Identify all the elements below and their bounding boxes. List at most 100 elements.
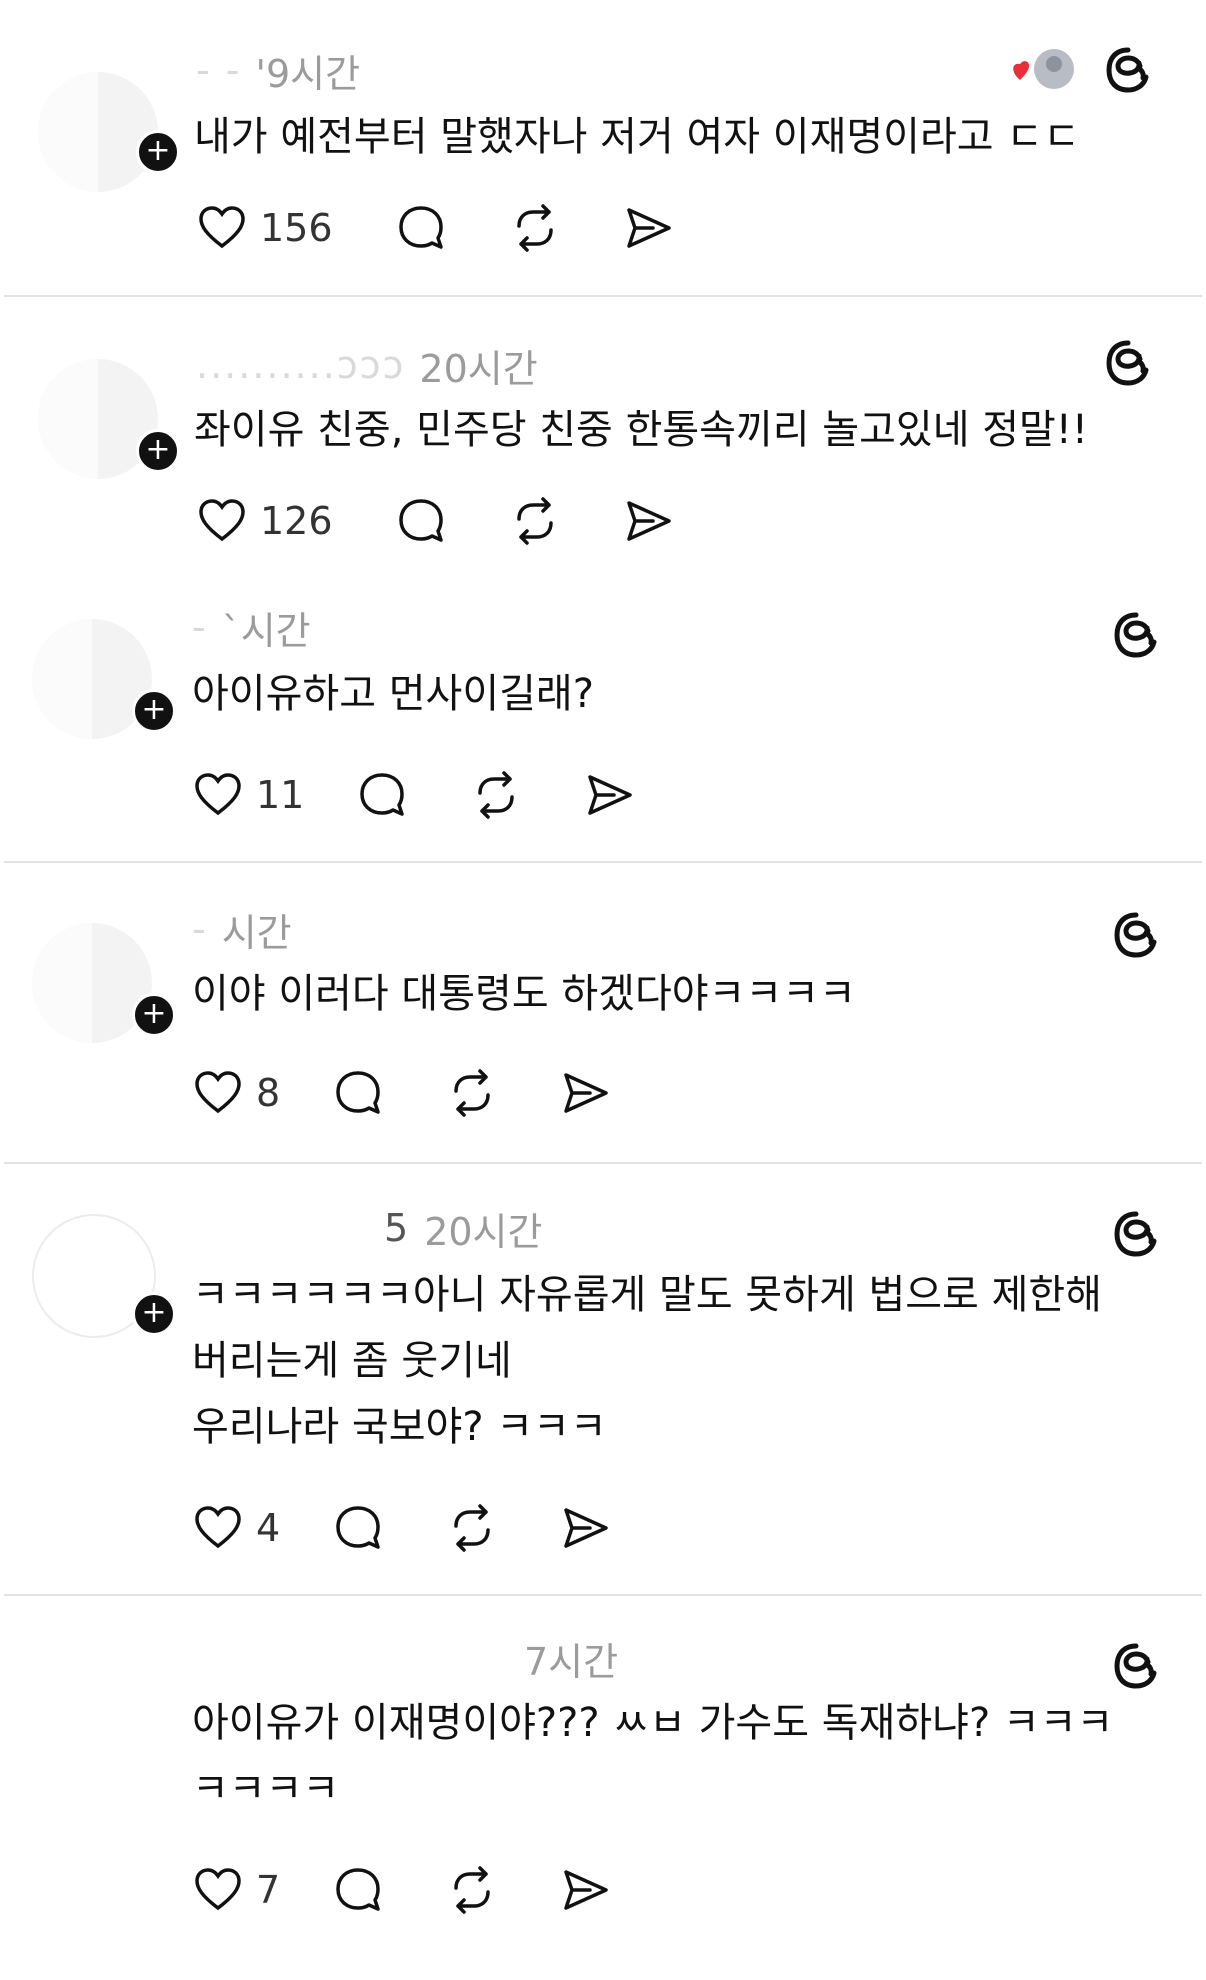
like-button[interactable]: 126 — [196, 495, 333, 547]
like-count: 126 — [260, 499, 333, 543]
action-bar: 156 — [196, 198, 737, 258]
thread-post[interactable]: + 5 20시간 ㅋㅋㅋㅋㅋㅋ아니 자유롭게 말도 못하게 법으로 제한해 버리… — [0, 1164, 1206, 1596]
post-line: 내가 예전부터 말했자나 저거 여자 이재명이라고 ㄷㄷ — [194, 114, 1080, 160]
heart-icon — [199, 206, 245, 249]
follow-plus-icon[interactable]: + — [132, 689, 176, 733]
post-text: ㅋㅋㅋㅋㅋㅋ아니 자유롭게 말도 못하게 법으로 제한해 버리는게 좀 웃기네 … — [192, 1262, 1156, 1460]
like-button[interactable]: 8 — [192, 1067, 280, 1119]
comment-icon — [336, 1506, 380, 1549]
repost-button[interactable] — [446, 1864, 498, 1916]
like-button[interactable]: 11 — [192, 769, 304, 821]
like-count: 11 — [256, 773, 305, 817]
reply-button[interactable] — [332, 1502, 384, 1554]
share-button[interactable] — [584, 769, 636, 821]
timestamp: 20시간 — [424, 1209, 543, 1254]
post-line: 이야 이러다 대통령도 하겠다야ㅋㅋㅋㅋ — [192, 971, 856, 1017]
thread-post[interactable]: + ..........ɔɔɔ 20시간 좌이유 친중, 민주당 친중 한통속끼… — [0, 297, 1206, 559]
heart-icon — [199, 499, 245, 542]
post-text: 내가 예전부터 말했자나 저거 여자 이재명이라고 ㄷㄷ — [194, 104, 1156, 170]
action-bar: 8 — [192, 1063, 674, 1123]
avatar[interactable] — [38, 72, 158, 192]
follow-plus-icon[interactable]: + — [136, 429, 180, 473]
follow-plus-icon[interactable]: + — [132, 993, 176, 1037]
share-button[interactable] — [623, 202, 675, 254]
timestamp: 20시간 — [419, 346, 538, 391]
reply-button[interactable] — [356, 769, 408, 821]
thread-post[interactable]: + - `시간 아이유하고 먼사이길래? 11 — [0, 559, 1206, 863]
post-text: 아이유가 이재명이야??? ㅆㅂ 가수도 독재하냐? ㅋㅋㅋ ㅋㅋㅋㅋ — [192, 1690, 1156, 1822]
threads-icon[interactable] — [1102, 337, 1154, 389]
follow-plus-icon[interactable]: + — [136, 130, 180, 174]
post-line: ㅋㅋㅋㅋㅋㅋ아니 자유롭게 말도 못하게 법으로 제한해 — [192, 1272, 1102, 1318]
threads-icon[interactable] — [1110, 909, 1162, 961]
send-icon — [588, 775, 633, 815]
like-button[interactable]: 7 — [192, 1864, 280, 1916]
action-bar: 7 — [192, 1860, 674, 1920]
send-icon — [564, 1508, 608, 1548]
like-count: 156 — [260, 206, 333, 250]
repost-button[interactable] — [470, 769, 522, 821]
repost-icon — [516, 204, 553, 252]
timestamp: '9시간 — [255, 51, 361, 96]
post-meta: - - '9시간 — [196, 48, 360, 96]
follow-plus-icon[interactable]: + — [132, 1292, 176, 1336]
post-text: 좌이유 친중, 민주당 친중 한통속끼리 놀고있네 정말!! — [194, 397, 1156, 463]
share-button[interactable] — [560, 1067, 612, 1119]
share-button[interactable] — [623, 495, 675, 547]
username[interactable]: - - — [196, 48, 242, 92]
post-line: 우리나라 국보야? ㅋㅋㅋ — [192, 1404, 607, 1450]
post-text: 이야 이러다 대통령도 하겠다야ㅋㅋㅋㅋ — [192, 961, 1156, 1027]
repost-icon — [454, 1504, 490, 1552]
post-line: 버리는게 좀 웃기네 — [192, 1338, 512, 1384]
send-icon — [564, 1870, 608, 1910]
repost-button[interactable] — [509, 202, 561, 254]
like-button[interactable]: 4 — [192, 1502, 280, 1554]
like-count: 7 — [256, 1868, 281, 1912]
action-bar: 11 — [192, 765, 698, 825]
threads-icon[interactable] — [1110, 609, 1162, 661]
threads-icon[interactable] — [1110, 1208, 1162, 1260]
reply-button[interactable] — [332, 1067, 384, 1119]
username[interactable]: - — [192, 605, 208, 649]
send-icon — [626, 501, 671, 541]
username[interactable]: 5 — [384, 1206, 410, 1250]
repost-icon — [478, 771, 515, 819]
thread-post[interactable]: + - 시간 이야 이러다 대통령도 하겠다야ㅋㅋㅋㅋ 8 — [0, 863, 1206, 1164]
reply-button[interactable] — [332, 1864, 384, 1916]
like-button[interactable]: 156 — [196, 202, 333, 254]
share-button[interactable] — [560, 1502, 612, 1554]
post-line: 좌이유 친중, 민주당 친중 한통속끼리 놀고있네 정말!! — [194, 407, 1088, 453]
heart-icon — [195, 1506, 241, 1549]
repost-button[interactable] — [446, 1502, 498, 1554]
timestamp: 7시간 — [524, 1639, 619, 1684]
post-text: 아이유하고 먼사이길래? — [192, 661, 1156, 727]
send-icon — [564, 1073, 608, 1113]
username[interactable]: - — [192, 907, 208, 951]
repost-icon — [454, 1866, 490, 1914]
share-button[interactable] — [560, 1864, 612, 1916]
comment-icon — [398, 499, 443, 542]
post-line: 아이유가 이재명이야??? ㅆㅂ 가수도 독재하냐? ㅋㅋㅋ — [192, 1700, 1114, 1746]
reply-button[interactable] — [395, 202, 447, 254]
comment-icon — [360, 773, 405, 816]
post-meta: 5 20시간 — [384, 1206, 542, 1254]
action-bar: 4 — [192, 1498, 674, 1558]
username[interactable]: ..........ɔɔɔ — [196, 343, 405, 387]
repost-button[interactable] — [509, 495, 561, 547]
comment-icon — [398, 206, 443, 249]
reply-button[interactable] — [395, 495, 447, 547]
post-meta: 7시간 — [510, 1636, 618, 1684]
heart-icon — [195, 1868, 241, 1911]
post-meta: - 시간 — [192, 907, 292, 955]
threads-icon[interactable] — [1110, 1640, 1162, 1692]
action-bar: 126 — [196, 491, 737, 551]
comment-icon — [336, 1868, 380, 1911]
thread-post[interactable]: + - - '9시간 내가 예전부터 말했자나 저거 여자 이재명이라고 ㄷㄷ … — [0, 0, 1206, 297]
post-meta: - `시간 — [192, 605, 311, 653]
heart-icon — [195, 1071, 241, 1114]
like-count: 8 — [256, 1071, 281, 1115]
thread-post[interactable]: 7시간 아이유가 이재명이야??? ㅆㅂ 가수도 독재하냐? ㅋㅋㅋ ㅋㅋㅋㅋ … — [0, 1596, 1206, 1980]
threads-icon[interactable] — [1102, 44, 1154, 96]
repost-icon — [516, 497, 553, 545]
repost-button[interactable] — [446, 1067, 498, 1119]
